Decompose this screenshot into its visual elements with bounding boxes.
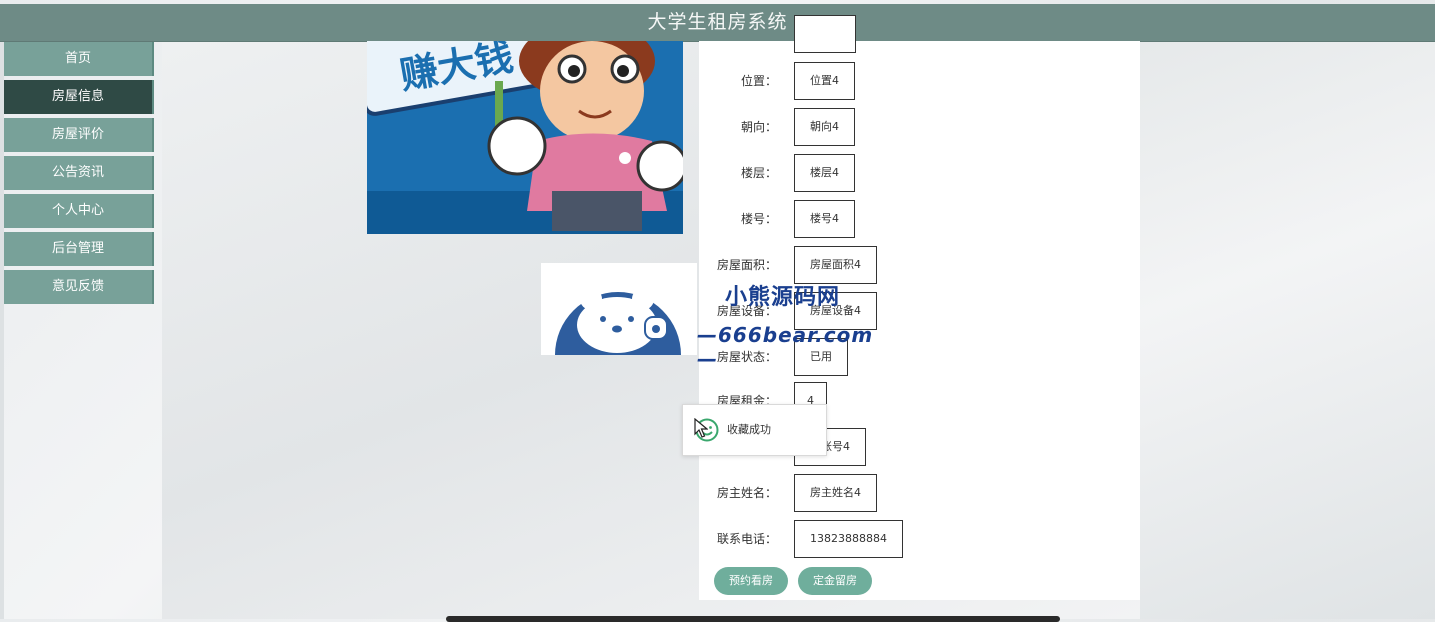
sidebar: 首页 房屋信息 房屋评价 公告资讯 个人中心 后台管理 意见反馈 [4, 42, 154, 308]
sidebar-item-announcements[interactable]: 公告资讯 [4, 156, 154, 190]
sidebar-item-feedback[interactable]: 意见反馈 [4, 270, 154, 304]
watermark-en-text: —666bear.com— [697, 323, 874, 371]
bottom-scrollbar[interactable] [446, 616, 1060, 622]
floor-label: 楼层： [740, 166, 777, 180]
sidebar-item-house-info[interactable]: 房屋信息 [4, 80, 154, 114]
orientation-value: 朝向4 [794, 108, 855, 146]
bear-logo-icon [555, 288, 681, 355]
location-label: 位置： [740, 74, 777, 88]
sidebar-item-home[interactable]: 首页 [4, 42, 154, 76]
owner-name-label: 房主姓名： [716, 486, 777, 500]
house-photo: 赚大钱 [367, 41, 683, 234]
phone-label: 联系电话： [716, 532, 777, 546]
detail-value [794, 15, 856, 53]
toast-message: 收藏成功 [727, 423, 771, 436]
floor-value: 楼层4 [794, 154, 855, 192]
owner-name-value: 房主姓名4 [794, 474, 877, 512]
deposit-reserve-button[interactable]: 定金留房 [798, 567, 872, 595]
detail-row-building: 楼号： 楼号4 [699, 200, 1140, 238]
building-value: 楼号4 [794, 200, 855, 238]
sidebar-item-personal-center[interactable]: 个人中心 [4, 194, 154, 228]
watermark: 小熊源码网 —666bear.com— [541, 263, 881, 371]
detail-row-location: 位置： 位置4 [699, 62, 1140, 100]
book-viewing-button[interactable]: 预约看房 [714, 567, 788, 595]
detail-row-floor: 楼层： 楼层4 [699, 154, 1140, 192]
location-value: 位置4 [794, 62, 855, 100]
cartoon-illustration: 赚大钱 [367, 41, 683, 234]
detail-row-owner-name: 房主姓名： 房主姓名4 [699, 474, 1140, 512]
detail-row-orientation: 朝向： 朝向4 [699, 108, 1140, 146]
detail-row [699, 15, 1140, 53]
orientation-label: 朝向： [740, 120, 777, 134]
sidebar-item-admin[interactable]: 后台管理 [4, 232, 154, 266]
mouse-cursor-icon [694, 418, 708, 438]
phone-value: 13823888884 [794, 520, 903, 558]
detail-row-phone: 联系电话： 13823888884 [699, 520, 1140, 558]
building-label: 楼号： [740, 212, 777, 226]
sidebar-item-house-review[interactable]: 房屋评价 [4, 118, 154, 152]
right-background [1140, 41, 1435, 619]
watermark-cn-text: 小熊源码网 [725, 285, 841, 310]
